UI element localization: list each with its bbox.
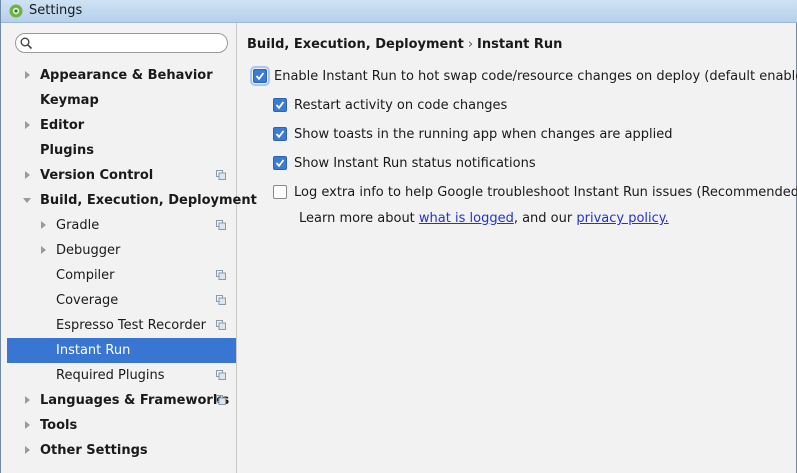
option-label: Enable Instant Run to hot swap code/reso…	[274, 69, 797, 84]
expanded-arrow-icon[interactable]	[23, 188, 33, 213]
settings-content: Build, Execution, Deployment › Instant Run…	[238, 23, 797, 473]
checkbox-checked[interactable]	[250, 66, 270, 86]
collapsed-arrow-icon[interactable]	[23, 413, 33, 438]
android-studio-icon	[9, 4, 23, 18]
checkmark-icon	[255, 72, 265, 81]
project-settings-icon	[216, 270, 226, 280]
sidebar-item-other-settings[interactable]: Other Settings	[7, 438, 236, 463]
learn-more-text: Learn more about what is logged, and our…	[299, 211, 669, 226]
settings-sidebar: Appearance & Behavior Keymap Editor Plugins…	[7, 23, 257, 473]
collapsed-arrow-icon[interactable]	[23, 63, 33, 88]
settings-window: Settings Appearance & Behavior Keymap Edit…	[0, 0, 797, 473]
breadcrumb-parent: Build, Execution, Deployment	[247, 37, 464, 52]
sidebar-item-espresso-test-recorder[interactable]: Espresso Test Recorder	[7, 313, 236, 338]
learn-more-prefix: Learn more about	[299, 211, 419, 226]
sidebar-item-label: Appearance & Behavior	[40, 68, 213, 83]
project-settings-icon	[216, 320, 226, 330]
sidebar-item-label: Debugger	[56, 243, 121, 258]
settings-tree: Appearance & Behavior Keymap Editor Plugins…	[7, 63, 257, 463]
sidebar-item-keymap[interactable]: Keymap	[7, 88, 236, 113]
sidebar-item-label: Languages & Frameworks	[40, 393, 230, 408]
sidebar-item-label: Instant Run	[56, 343, 131, 358]
privacy-policy-link[interactable]: privacy policy.	[576, 211, 668, 226]
sidebar-item-build-execution-deployment[interactable]: Build, Execution, Deployment	[7, 188, 257, 213]
project-settings-icon	[216, 170, 226, 180]
sidebar-item-label: Gradle	[56, 218, 100, 233]
project-settings-icon	[216, 395, 226, 405]
breadcrumb: Build, Execution, Deployment › Instant Run	[247, 37, 562, 52]
collapsed-arrow-icon[interactable]	[23, 438, 33, 463]
sidebar-item-label: Espresso Test Recorder	[56, 318, 206, 333]
sidebar-item-compiler[interactable]: Compiler	[7, 263, 236, 288]
checkbox-checked[interactable]	[273, 127, 287, 141]
breadcrumb-current: Instant Run	[477, 37, 563, 52]
title-bar: Settings	[1, 0, 797, 23]
sidebar-item-label: Coverage	[56, 293, 119, 308]
project-settings-icon	[216, 370, 226, 380]
checkbox-unchecked[interactable]	[273, 185, 287, 199]
sidebar-item-label: Tools	[40, 418, 78, 433]
breadcrumb-separator: ›	[467, 37, 474, 52]
checkmark-icon	[275, 101, 285, 110]
sidebar-item-label: Other Settings	[40, 443, 148, 458]
collapsed-arrow-icon[interactable]	[39, 238, 49, 263]
checkmark-icon	[275, 159, 285, 168]
sidebar-item-coverage[interactable]: Coverage	[7, 288, 236, 313]
sidebar-item-label: Version Control	[40, 168, 154, 183]
project-settings-icon	[216, 220, 226, 230]
sidebar-item-appearance-behavior[interactable]: Appearance & Behavior	[7, 63, 236, 88]
sidebar-item-label: Build, Execution, Deployment	[40, 193, 257, 208]
window-title: Settings	[29, 3, 83, 18]
sidebar-item-gradle[interactable]: Gradle	[7, 213, 236, 238]
collapsed-arrow-icon[interactable]	[23, 388, 33, 413]
sidebar-item-version-control[interactable]: Version Control	[7, 163, 236, 188]
sidebar-item-languages-frameworks[interactable]: Languages & Frameworks	[7, 388, 236, 413]
sidebar-item-required-plugins[interactable]: Required Plugins	[7, 363, 236, 388]
search-icon	[20, 37, 33, 50]
collapsed-arrow-icon[interactable]	[39, 213, 49, 238]
learn-more-middle: , and our	[513, 211, 577, 226]
sidebar-item-label: Editor	[40, 118, 85, 133]
sidebar-item-editor[interactable]: Editor	[7, 113, 236, 138]
sidebar-item-label: Plugins	[40, 143, 94, 158]
sidebar-item-label: Required Plugins	[56, 368, 165, 383]
option-label: Restart activity on code changes	[294, 98, 508, 113]
option-label: Show Instant Run status notifications	[294, 156, 536, 171]
sidebar-item-label: Keymap	[40, 93, 99, 108]
collapsed-arrow-icon[interactable]	[23, 113, 33, 138]
sidebar-item-plugins[interactable]: Plugins	[7, 138, 236, 163]
sidebar-item-tools[interactable]: Tools	[7, 413, 236, 438]
sidebar-item-instant-run[interactable]: Instant Run	[7, 338, 236, 363]
checkmark-icon	[275, 130, 285, 139]
collapsed-arrow-icon[interactable]	[23, 163, 33, 188]
what-is-logged-link[interactable]: what is logged	[419, 211, 514, 226]
checkbox-checked[interactable]	[273, 98, 287, 112]
sidebar-item-debugger[interactable]: Debugger	[7, 238, 236, 263]
project-settings-icon	[216, 295, 226, 305]
checkbox-checked[interactable]	[273, 156, 287, 170]
search-input[interactable]	[15, 33, 228, 53]
option-label: Show toasts in the running app when chan…	[294, 127, 673, 142]
option-label: Log extra info to help Google troublesho…	[294, 185, 797, 200]
sidebar-item-label: Compiler	[56, 268, 115, 283]
